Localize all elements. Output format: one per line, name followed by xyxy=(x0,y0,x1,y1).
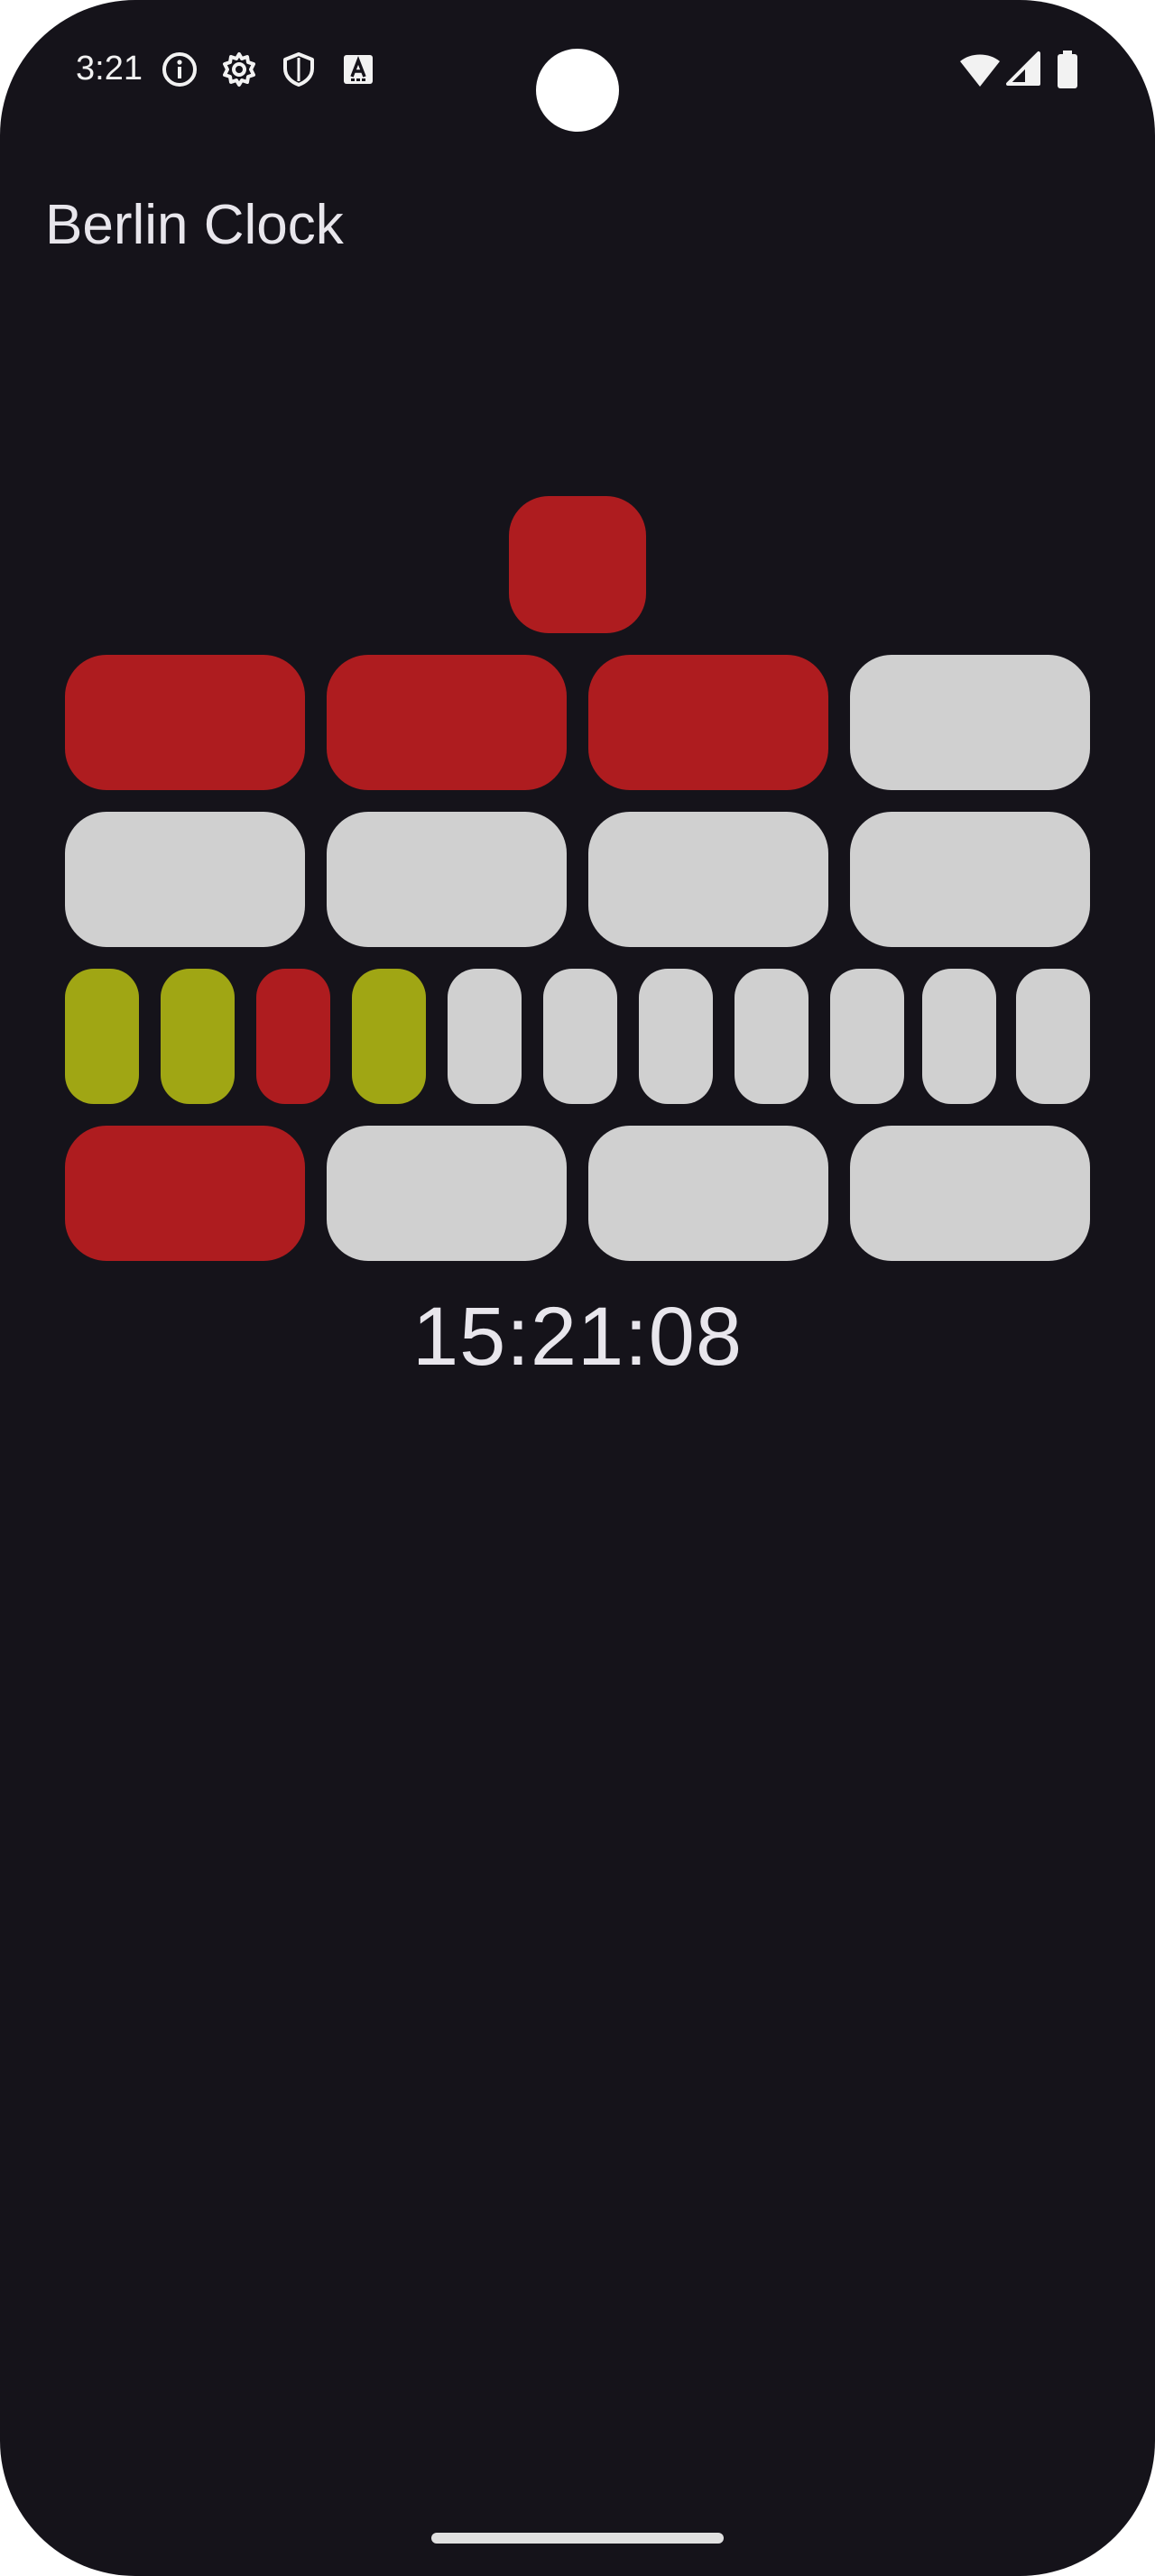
info-icon xyxy=(161,51,199,88)
font-a-icon xyxy=(339,51,377,88)
status-bar: 3:21 xyxy=(0,0,1155,144)
single-minutes-lamp-3 xyxy=(588,1126,828,1261)
gear-icon xyxy=(220,51,258,88)
battery-icon xyxy=(1056,51,1079,90)
single-hours-lamp-3 xyxy=(588,812,828,947)
seconds-lamp xyxy=(509,496,646,633)
single-hours-lamp-2 xyxy=(327,812,567,947)
digital-time: 15:21:08 xyxy=(411,1291,744,1383)
single-minutes-lamp-1 xyxy=(65,1126,305,1261)
single-minutes-lamp-2 xyxy=(327,1126,567,1261)
five-hours-lamp-3 xyxy=(588,655,828,790)
five-minutes-lamp-6 xyxy=(543,969,617,1104)
five-minutes-lamp-4 xyxy=(352,969,426,1104)
five-minutes-lamp-3 xyxy=(256,969,330,1104)
camera-cutout xyxy=(536,49,619,132)
five-minutes-lamp-1 xyxy=(65,969,139,1104)
app-title: Berlin Clock xyxy=(45,194,344,256)
five-hours-lamp-4 xyxy=(850,655,1090,790)
shield-icon xyxy=(280,51,318,88)
cell-signal-icon xyxy=(1005,51,1041,87)
five-minutes-lamp-7 xyxy=(639,969,713,1104)
phone-screen: 3:21 Berlin Clock 15:21:08 xyxy=(0,0,1155,2576)
single-minutes-lamp-4 xyxy=(850,1126,1090,1261)
five-minutes-lamp-5 xyxy=(448,969,522,1104)
five-minutes-lamp-8 xyxy=(735,969,808,1104)
five-minutes-lamp-9 xyxy=(830,969,904,1104)
five-minutes-lamp-2 xyxy=(161,969,235,1104)
five-minutes-lamp-11 xyxy=(1016,969,1090,1104)
five-hours-lamp-2 xyxy=(327,655,567,790)
five-hours-lamp-1 xyxy=(65,655,305,790)
single-hours-lamp-1 xyxy=(65,812,305,947)
five-minutes-lamp-10 xyxy=(922,969,996,1104)
status-time: 3:21 xyxy=(76,50,143,87)
wifi-icon xyxy=(958,51,1002,90)
home-indicator[interactable] xyxy=(431,2533,724,2544)
single-hours-lamp-4 xyxy=(850,812,1090,947)
